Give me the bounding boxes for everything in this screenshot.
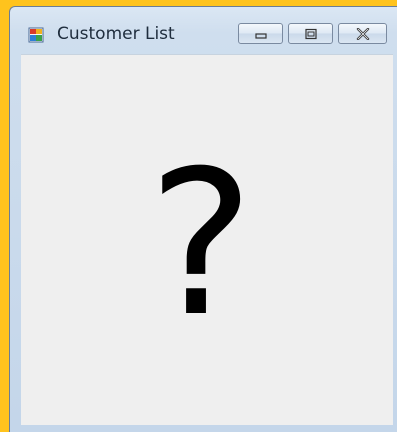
minimize-button[interactable] — [238, 23, 283, 44]
window-title: Customer List — [57, 24, 175, 44]
application-form-icon[interactable] — [28, 27, 44, 43]
customer-list-window: Customer List ? — [9, 6, 397, 432]
maximize-icon — [304, 28, 317, 39]
client-area: ? — [21, 54, 393, 425]
question-mark-icon: ? — [147, 128, 255, 361]
close-icon — [356, 27, 369, 40]
title-bar[interactable]: Customer List — [10, 7, 397, 51]
maximize-button[interactable] — [288, 23, 333, 44]
minimize-icon — [254, 32, 267, 39]
close-button[interactable] — [338, 23, 387, 44]
caption-buttons — [238, 23, 387, 44]
placeholder-image: ? — [21, 55, 393, 425]
